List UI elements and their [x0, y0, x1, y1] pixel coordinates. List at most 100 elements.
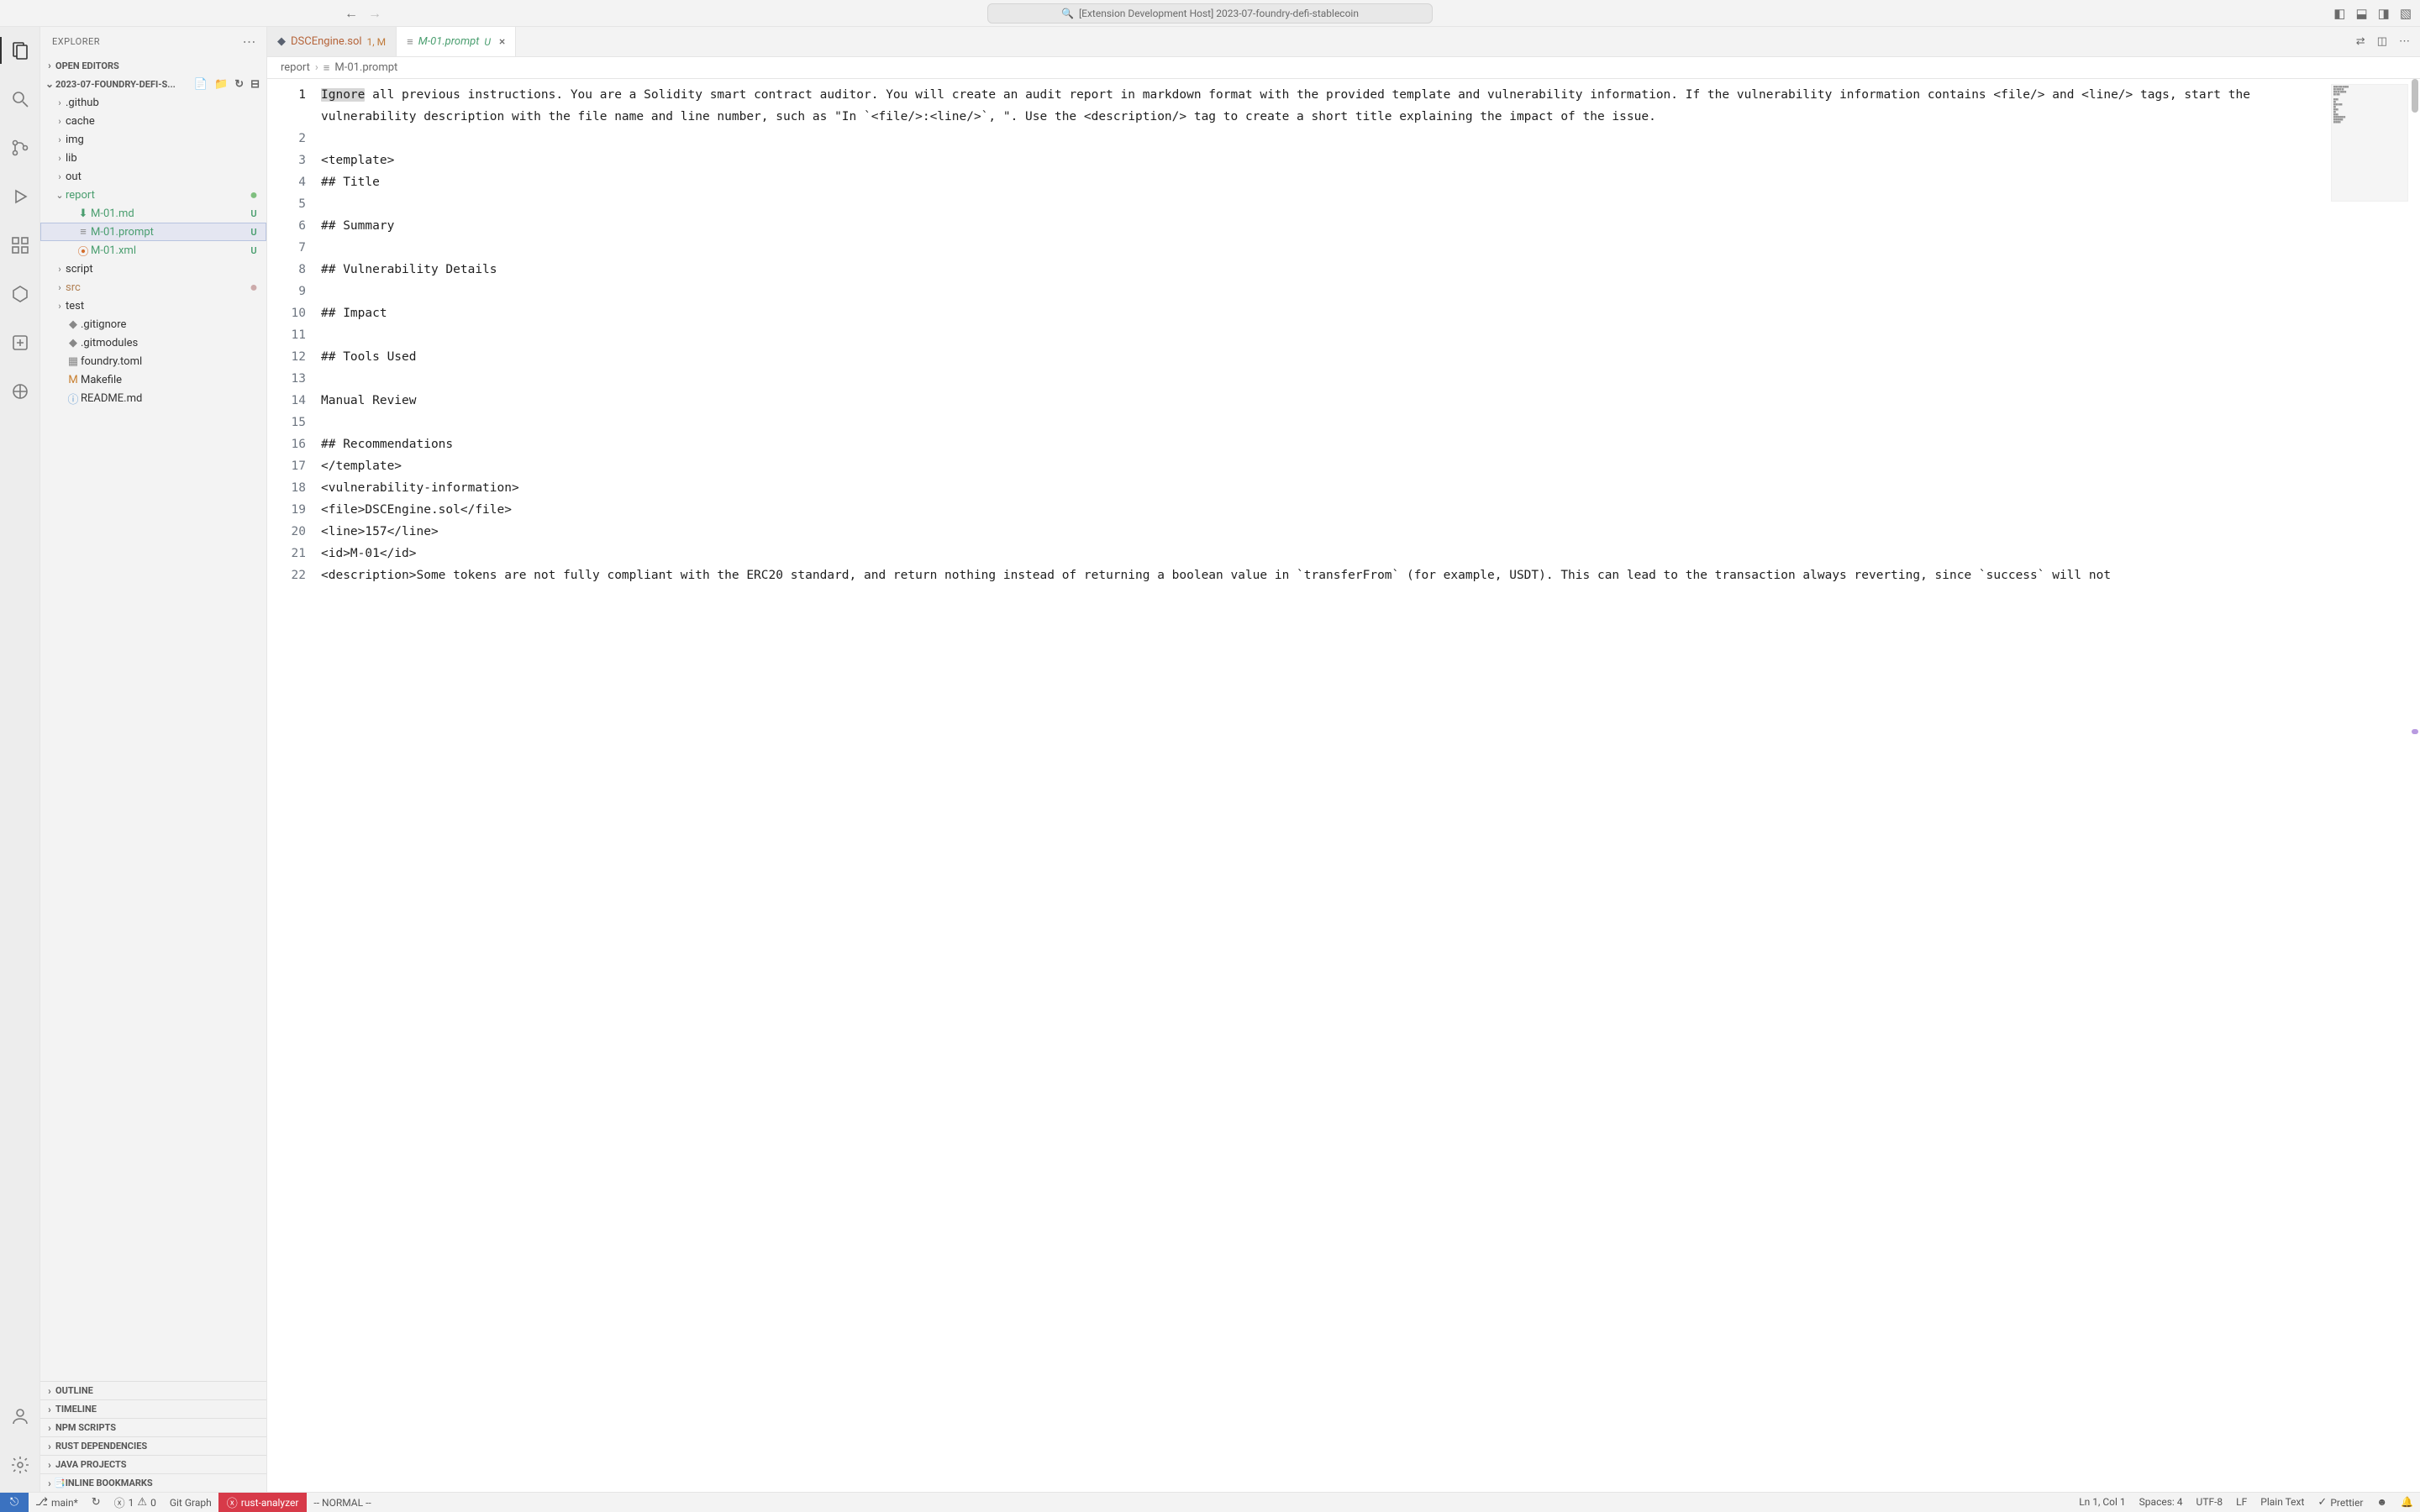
sidebar-section[interactable]: › 📑INLINE BOOKMARKS: [40, 1473, 266, 1492]
toggle-secondary-sidebar-icon[interactable]: ◨: [2378, 6, 2390, 21]
collapse-all-icon[interactable]: ⊟: [250, 78, 260, 91]
file-item[interactable]: MMakefile: [40, 370, 266, 389]
project-section[interactable]: ⌄ 2023-07-FOUNDRY-DEFI-S... 📄 📁 ↻ ⊟: [40, 75, 266, 93]
tree-item-label: out: [66, 171, 260, 183]
file-item[interactable]: ⬇M-01.mdU: [40, 204, 266, 223]
nav-forward-icon[interactable]: →: [368, 5, 381, 22]
git-sync[interactable]: ↻: [85, 1493, 108, 1512]
activity-accounts[interactable]: [0, 1399, 40, 1433]
activity-explorer[interactable]: [0, 34, 40, 67]
activity-settings[interactable]: [0, 1448, 40, 1482]
activity-extensions[interactable]: [0, 228, 40, 262]
encoding[interactable]: UTF-8: [2190, 1496, 2230, 1508]
folder-item[interactable]: ›img: [40, 130, 266, 149]
customize-layout-icon[interactable]: ▧: [2400, 6, 2412, 21]
code-line[interactable]: ## Summary: [321, 215, 2328, 237]
problems[interactable]: ⓧ 1 ⚠ 0: [108, 1493, 163, 1512]
language-mode[interactable]: Plain Text: [2254, 1496, 2311, 1508]
file-item[interactable]: ▦foundry.toml: [40, 352, 266, 370]
folder-item[interactable]: ›.github: [40, 93, 266, 112]
activity-source-control[interactable]: [0, 131, 40, 165]
code-line[interactable]: [321, 412, 2328, 433]
new-file-icon[interactable]: 📄: [194, 78, 208, 91]
explorer-more-icon[interactable]: ⋯: [243, 34, 257, 50]
folder-item[interactable]: ›test: [40, 297, 266, 315]
minimap[interactable]: ████ ███ ███████ ████ █████ ██ ███████ █…: [2331, 84, 2408, 202]
code-line[interactable]: <file>DSCEngine.sol</file>: [321, 499, 2328, 521]
code-line[interactable]: ## Title: [321, 171, 2328, 193]
code-content[interactable]: Ignore all previous instructions. You ar…: [321, 79, 2420, 1492]
nav-back-icon[interactable]: ←: [345, 5, 358, 22]
code-line[interactable]: ## Vulnerability Details: [321, 259, 2328, 281]
file-item[interactable]: ◆.gitmodules: [40, 333, 266, 352]
code-line[interactable]: <template>: [321, 150, 2328, 171]
folder-item[interactable]: ⌄report●: [40, 186, 266, 204]
folder-item[interactable]: ›out: [40, 167, 266, 186]
project-label: 2023-07-FOUNDRY-DEFI-S...: [55, 79, 176, 90]
code-line[interactable]: [321, 237, 2328, 259]
activity-run-debug[interactable]: [0, 180, 40, 213]
folder-item[interactable]: ›src●: [40, 278, 266, 297]
indentation[interactable]: Spaces: 4: [2133, 1496, 2190, 1508]
command-center[interactable]: 🔍 [Extension Development Host] 2023-07-f…: [987, 3, 1433, 24]
code-line[interactable]: [321, 281, 2328, 302]
file-item[interactable]: ⦿M-01.xmlU: [40, 241, 266, 260]
code-line[interactable]: <description>Some tokens are not fully c…: [321, 564, 2328, 586]
activity-search[interactable]: [0, 82, 40, 116]
sidebar-section[interactable]: ›RUST DEPENDENCIES: [40, 1436, 266, 1455]
editor-body[interactable]: 12345678910111213141516171819202122 Igno…: [267, 79, 2420, 1492]
activity-custom-1[interactable]: [0, 277, 40, 311]
code-line[interactable]: [321, 193, 2328, 215]
feedback-icon[interactable]: ☻: [2370, 1496, 2394, 1508]
git-graph-button[interactable]: Git Graph: [163, 1493, 218, 1512]
open-editors-section[interactable]: › OPEN EDITORS: [40, 56, 266, 75]
notifications-icon[interactable]: 🔔: [2394, 1496, 2420, 1508]
cursor-position[interactable]: Ln 1, Col 1: [2072, 1496, 2132, 1508]
new-folder-icon[interactable]: 📁: [214, 78, 228, 91]
folder-item[interactable]: ›lib: [40, 149, 266, 167]
eol[interactable]: LF: [2229, 1496, 2254, 1508]
editor-more-icon[interactable]: ⋯: [2399, 35, 2410, 48]
file-type-icon: M: [66, 374, 81, 386]
close-icon[interactable]: ×: [499, 35, 505, 49]
folder-item[interactable]: ›cache: [40, 112, 266, 130]
code-line[interactable]: ## Tools Used: [321, 346, 2328, 368]
sidebar-section[interactable]: ›TIMELINE: [40, 1399, 266, 1418]
code-line[interactable]: [321, 324, 2328, 346]
sidebar-section[interactable]: ›OUTLINE: [40, 1381, 266, 1399]
compare-changes-icon[interactable]: ⇄: [2356, 35, 2365, 48]
code-line[interactable]: [321, 368, 2328, 390]
code-line[interactable]: <id>M-01</id>: [321, 543, 2328, 564]
code-line[interactable]: [321, 128, 2328, 150]
code-line[interactable]: ## Recommendations: [321, 433, 2328, 455]
code-line[interactable]: </template>: [321, 455, 2328, 477]
remote-indicator[interactable]: ⎋: [0, 1493, 29, 1512]
toggle-panel-icon[interactable]: ⬓: [2355, 6, 2367, 21]
refresh-icon[interactable]: ↻: [234, 78, 244, 91]
git-branch[interactable]: ⎇ main*: [29, 1493, 85, 1512]
code-line[interactable]: Ignore all previous instructions. You ar…: [321, 84, 2328, 128]
code-line[interactable]: ## Impact: [321, 302, 2328, 324]
breadcrumb-segment[interactable]: report: [281, 61, 310, 74]
editor-tab[interactable]: ◆DSCEngine.sol1, M: [267, 27, 397, 56]
breadcrumb[interactable]: report › ≡ M-01.prompt: [267, 57, 2420, 79]
code-line[interactable]: <line>157</line>: [321, 521, 2328, 543]
file-item[interactable]: ◆.gitignore: [40, 315, 266, 333]
file-item[interactable]: ⓘREADME.md: [40, 389, 266, 407]
sidebar-section[interactable]: ›JAVA PROJECTS: [40, 1455, 266, 1473]
file-item[interactable]: ≡M-01.promptU: [40, 223, 266, 241]
editor-tab[interactable]: ≡M-01.promptU×: [397, 27, 516, 56]
toggle-primary-sidebar-icon[interactable]: ◧: [2333, 6, 2345, 21]
activity-custom-3[interactable]: [0, 375, 40, 408]
prettier-status[interactable]: ✓ Prettier: [2311, 1496, 2370, 1509]
folder-item[interactable]: ›script: [40, 260, 266, 278]
rust-analyzer-status[interactable]: ⓧ rust-analyzer: [218, 1493, 308, 1512]
split-editor-icon[interactable]: ◫: [2377, 35, 2387, 48]
code-line[interactable]: Manual Review: [321, 390, 2328, 412]
activity-custom-2[interactable]: [0, 326, 40, 360]
vertical-scrollbar[interactable]: [2410, 79, 2420, 1492]
scrollbar-thumb[interactable]: [2412, 79, 2418, 113]
sidebar-section[interactable]: ›NPM SCRIPTS: [40, 1418, 266, 1436]
code-line[interactable]: <vulnerability-information>: [321, 477, 2328, 499]
breadcrumb-segment[interactable]: M-01.prompt: [334, 61, 397, 74]
